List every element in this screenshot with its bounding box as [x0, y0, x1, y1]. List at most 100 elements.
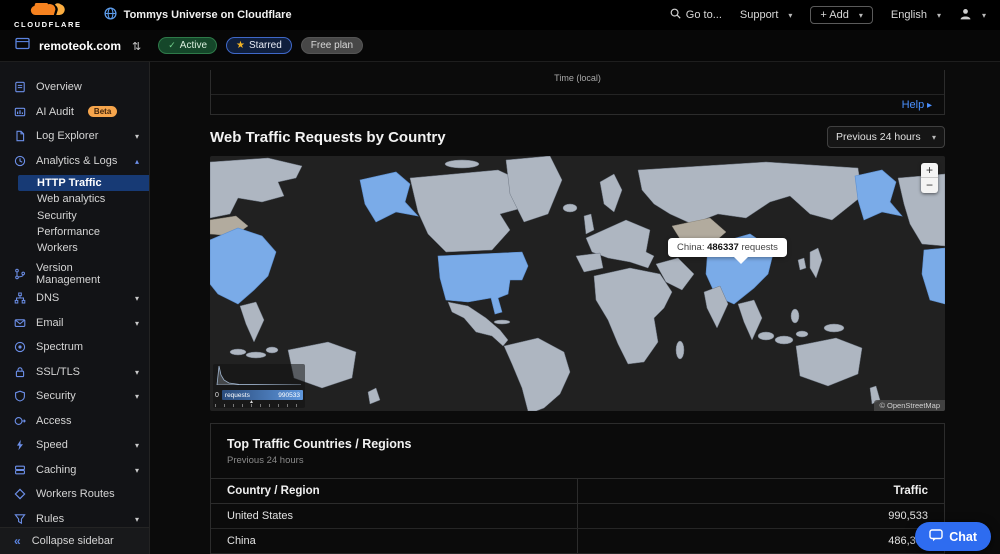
help-link[interactable]: Help: [902, 99, 932, 111]
chevron-down-icon: [135, 317, 139, 329]
sidebar: Overview AI Audit Beta Log Explorer Anal…: [0, 62, 150, 554]
world-traffic-map[interactable]: + − China: 486337 requests 0 requests 99…: [210, 156, 945, 411]
chevron-down-icon: [135, 130, 139, 142]
sidebar-item-workers-analytics[interactable]: Workers: [0, 240, 149, 256]
support-menu[interactable]: Support: [740, 9, 793, 21]
plan-badge: Free plan: [300, 37, 364, 54]
globe-icon: [104, 7, 117, 23]
zoom-out-button[interactable]: −: [921, 178, 938, 193]
user-menu[interactable]: [959, 8, 986, 23]
table-row[interactable]: United States 990,533: [211, 503, 944, 529]
sidebar-item-http-traffic[interactable]: HTTP Traffic: [18, 175, 149, 192]
funnel-icon: [14, 513, 27, 525]
table-subtitle: Previous 24 hours: [227, 455, 304, 466]
legend-gradient-bar[interactable]: requests 990533: [221, 390, 303, 400]
sidebar-item-dns[interactable]: DNS: [0, 286, 149, 311]
cloudflare-cloud-icon: [29, 0, 67, 21]
status-badge-active: Active: [158, 37, 218, 54]
cloudflare-wordmark: CLOUDFLARE: [14, 19, 82, 29]
language-menu[interactable]: English: [891, 9, 941, 21]
sidebar-item-overview[interactable]: Overview: [0, 75, 149, 100]
map-zoom-control: + −: [921, 163, 938, 193]
caching-icon: [14, 464, 27, 476]
collapse-chevrons-icon: [14, 534, 21, 548]
sidebar-item-ai-audit[interactable]: AI Audit Beta: [0, 100, 149, 125]
legend-ticks: ▲: [215, 399, 303, 407]
chevron-up-icon: [135, 155, 139, 167]
previous-chart-card: Time (local) Help: [210, 70, 945, 115]
top-countries-card: Top Traffic Countries / Regions Previous…: [210, 423, 945, 554]
zoom-in-button[interactable]: +: [921, 163, 938, 178]
sidebar-item-caching[interactable]: Caching: [0, 457, 149, 482]
lock-icon: [14, 366, 27, 378]
sidebar-item-performance[interactable]: Performance: [0, 224, 149, 240]
workers-routes-icon: [14, 488, 27, 500]
sidebar-item-security-analytics[interactable]: Security: [0, 208, 149, 224]
sidebar-item-ssl-tls[interactable]: SSL/TLS: [0, 359, 149, 384]
chevron-down-icon: [135, 390, 139, 402]
status-badge-starred[interactable]: Starred: [226, 37, 292, 54]
add-button[interactable]: + Add: [810, 6, 873, 24]
analytics-submenu: HTTP Traffic Web analytics Security Perf…: [0, 173, 149, 261]
sidebar-item-speed[interactable]: Speed: [0, 433, 149, 458]
analytics-icon: [14, 155, 27, 167]
column-header-country: Country / Region: [211, 478, 578, 504]
zone-domain: remoteok.com: [39, 38, 122, 53]
legend-label: requests: [224, 391, 250, 399]
sidebar-item-web-analytics[interactable]: Web analytics: [0, 191, 149, 207]
cloudflare-logo[interactable]: CLOUDFLARE: [14, 0, 82, 29]
account-switcher[interactable]: Tommys Universe on Cloudflare: [104, 7, 292, 23]
chart-x-axis-label: Time (local): [554, 73, 601, 83]
map-legend[interactable]: 0 requests 990533 ▲: [213, 364, 305, 408]
chat-button[interactable]: Chat: [915, 522, 991, 551]
map-tooltip: China: 486337 requests: [668, 238, 787, 264]
sidebar-item-security[interactable]: Security: [0, 384, 149, 409]
top-countries-table: Country / Region Traffic United States 9…: [211, 478, 944, 554]
zone-switcher-icon[interactable]: [132, 37, 141, 55]
legend-max: 990533: [278, 391, 300, 399]
ai-audit-icon: [14, 106, 27, 118]
search-icon: [670, 8, 681, 22]
map-attribution[interactable]: © OpenStreetMap: [874, 400, 945, 411]
time-range-dropdown[interactable]: Previous 24 hours: [827, 126, 945, 148]
chat-label: Chat: [949, 529, 977, 544]
add-label: + Add: [820, 9, 849, 21]
legend-histogram: [216, 365, 302, 386]
app-header: CLOUDFLARE Tommys Universe on Cloudflare…: [0, 0, 1000, 30]
chevron-down-icon: [932, 131, 936, 143]
dns-icon: [14, 292, 27, 304]
page-title: Web Traffic Requests by Country: [210, 128, 446, 146]
account-name: Tommys Universe on Cloudflare: [123, 9, 292, 21]
country-cell: China: [211, 528, 578, 554]
email-icon: [14, 317, 27, 329]
access-icon: [14, 415, 27, 427]
sidebar-item-analytics-logs[interactable]: Analytics & Logs: [0, 149, 149, 174]
table-title: Top Traffic Countries / Regions: [227, 437, 412, 451]
sidebar-item-spectrum[interactable]: Spectrum: [0, 335, 149, 360]
log-explorer-icon: [14, 130, 27, 142]
search-trigger[interactable]: Go to...: [670, 8, 722, 22]
sidebar-item-workers-routes[interactable]: Workers Routes: [0, 482, 149, 507]
traffic-cell: 990,533: [577, 503, 944, 529]
legend-min: 0: [215, 391, 219, 399]
chevron-down-icon: [135, 366, 139, 378]
language-label: English: [890, 9, 927, 21]
collapse-sidebar-button[interactable]: Collapse sidebar: [0, 527, 149, 554]
chevron-down-icon: [135, 513, 139, 525]
country-cell: United States: [211, 503, 578, 529]
table-row[interactable]: China 486,337: [211, 528, 944, 554]
support-label: Support: [739, 9, 779, 21]
chevron-down-icon: [135, 292, 139, 304]
overview-icon: [14, 81, 27, 93]
spectrum-icon: [14, 341, 27, 353]
zone-window-icon: [15, 37, 30, 55]
sidebar-item-email[interactable]: Email: [0, 310, 149, 335]
sidebar-item-version-management[interactable]: Version Management: [0, 261, 149, 286]
beta-badge: Beta: [87, 106, 118, 118]
traffic-cell: 486,337: [577, 528, 944, 554]
chevron-down-icon: [135, 439, 139, 451]
tooltip-pointer: [734, 257, 748, 264]
sidebar-item-log-explorer[interactable]: Log Explorer: [0, 124, 149, 149]
sidebar-item-access[interactable]: Access: [0, 408, 149, 433]
shield-icon: [14, 390, 27, 402]
